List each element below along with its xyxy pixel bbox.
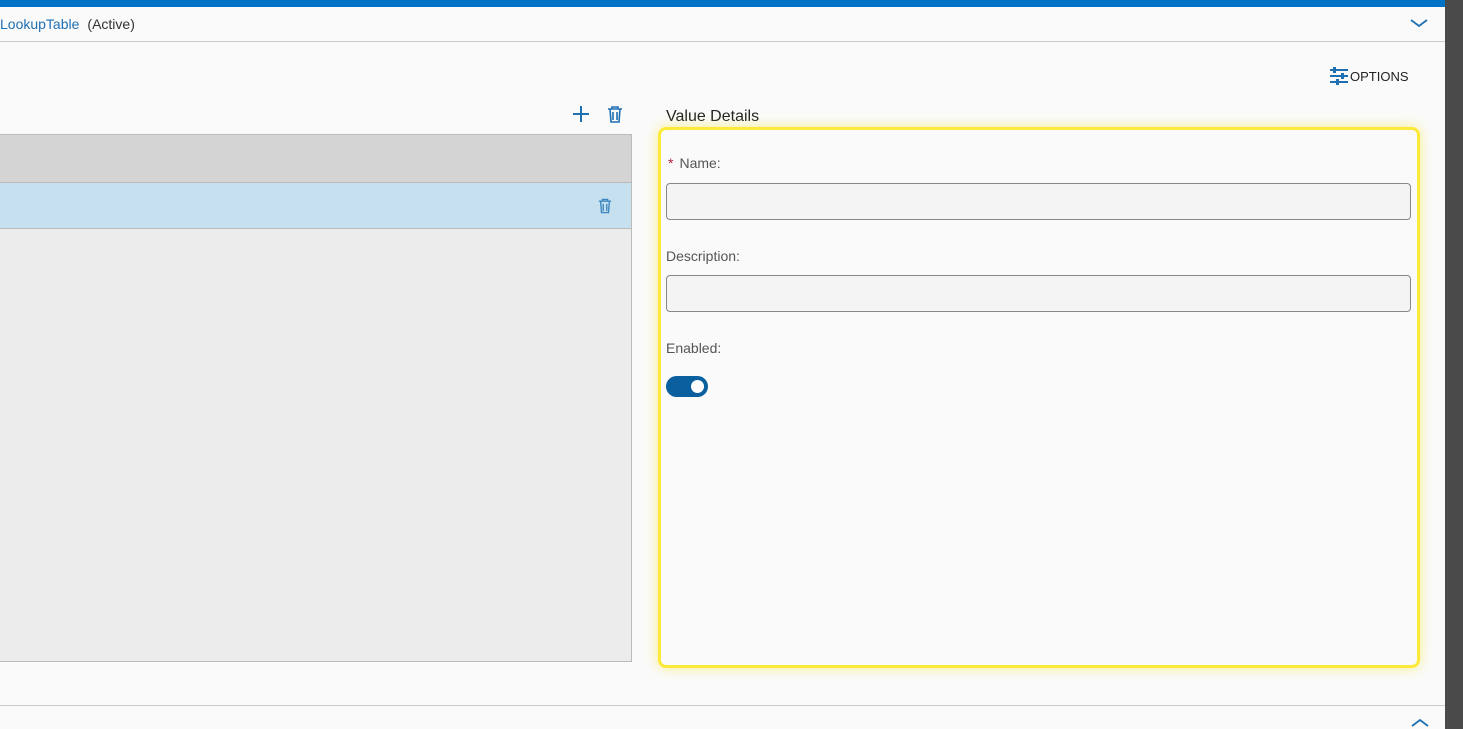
name-label: * Name: [668,155,721,171]
grid-header [0,135,631,183]
options-label: OPTIONS [1350,68,1409,84]
footer-section [0,705,1445,729]
name-label-text: Name: [679,155,721,171]
name-input[interactable] [666,183,1411,220]
description-input[interactable] [666,275,1411,312]
values-grid [0,134,632,662]
value-details-title: Value Details [666,108,760,125]
sliders-icon [1330,67,1348,85]
row-delete-icon[interactable] [598,198,612,214]
delete-icon[interactable] [607,106,623,123]
record-header: LookupTable (Active) [0,7,1445,42]
table-row[interactable] [0,183,631,229]
add-icon[interactable] [572,105,590,123]
description-label: Description: [666,248,740,264]
record-status: (Active) [87,16,135,32]
options-button[interactable]: OPTIONS [1330,67,1409,85]
record-title[interactable]: LookupTable [0,16,79,32]
chevron-down-icon[interactable] [1409,15,1429,31]
background-overlay [1445,0,1463,729]
required-mark: * [668,155,674,171]
enabled-label: Enabled: [666,340,722,356]
enabled-toggle[interactable] [666,376,708,397]
chevron-up-icon[interactable] [1410,716,1430,728]
top-accent-bar [0,0,1445,7]
